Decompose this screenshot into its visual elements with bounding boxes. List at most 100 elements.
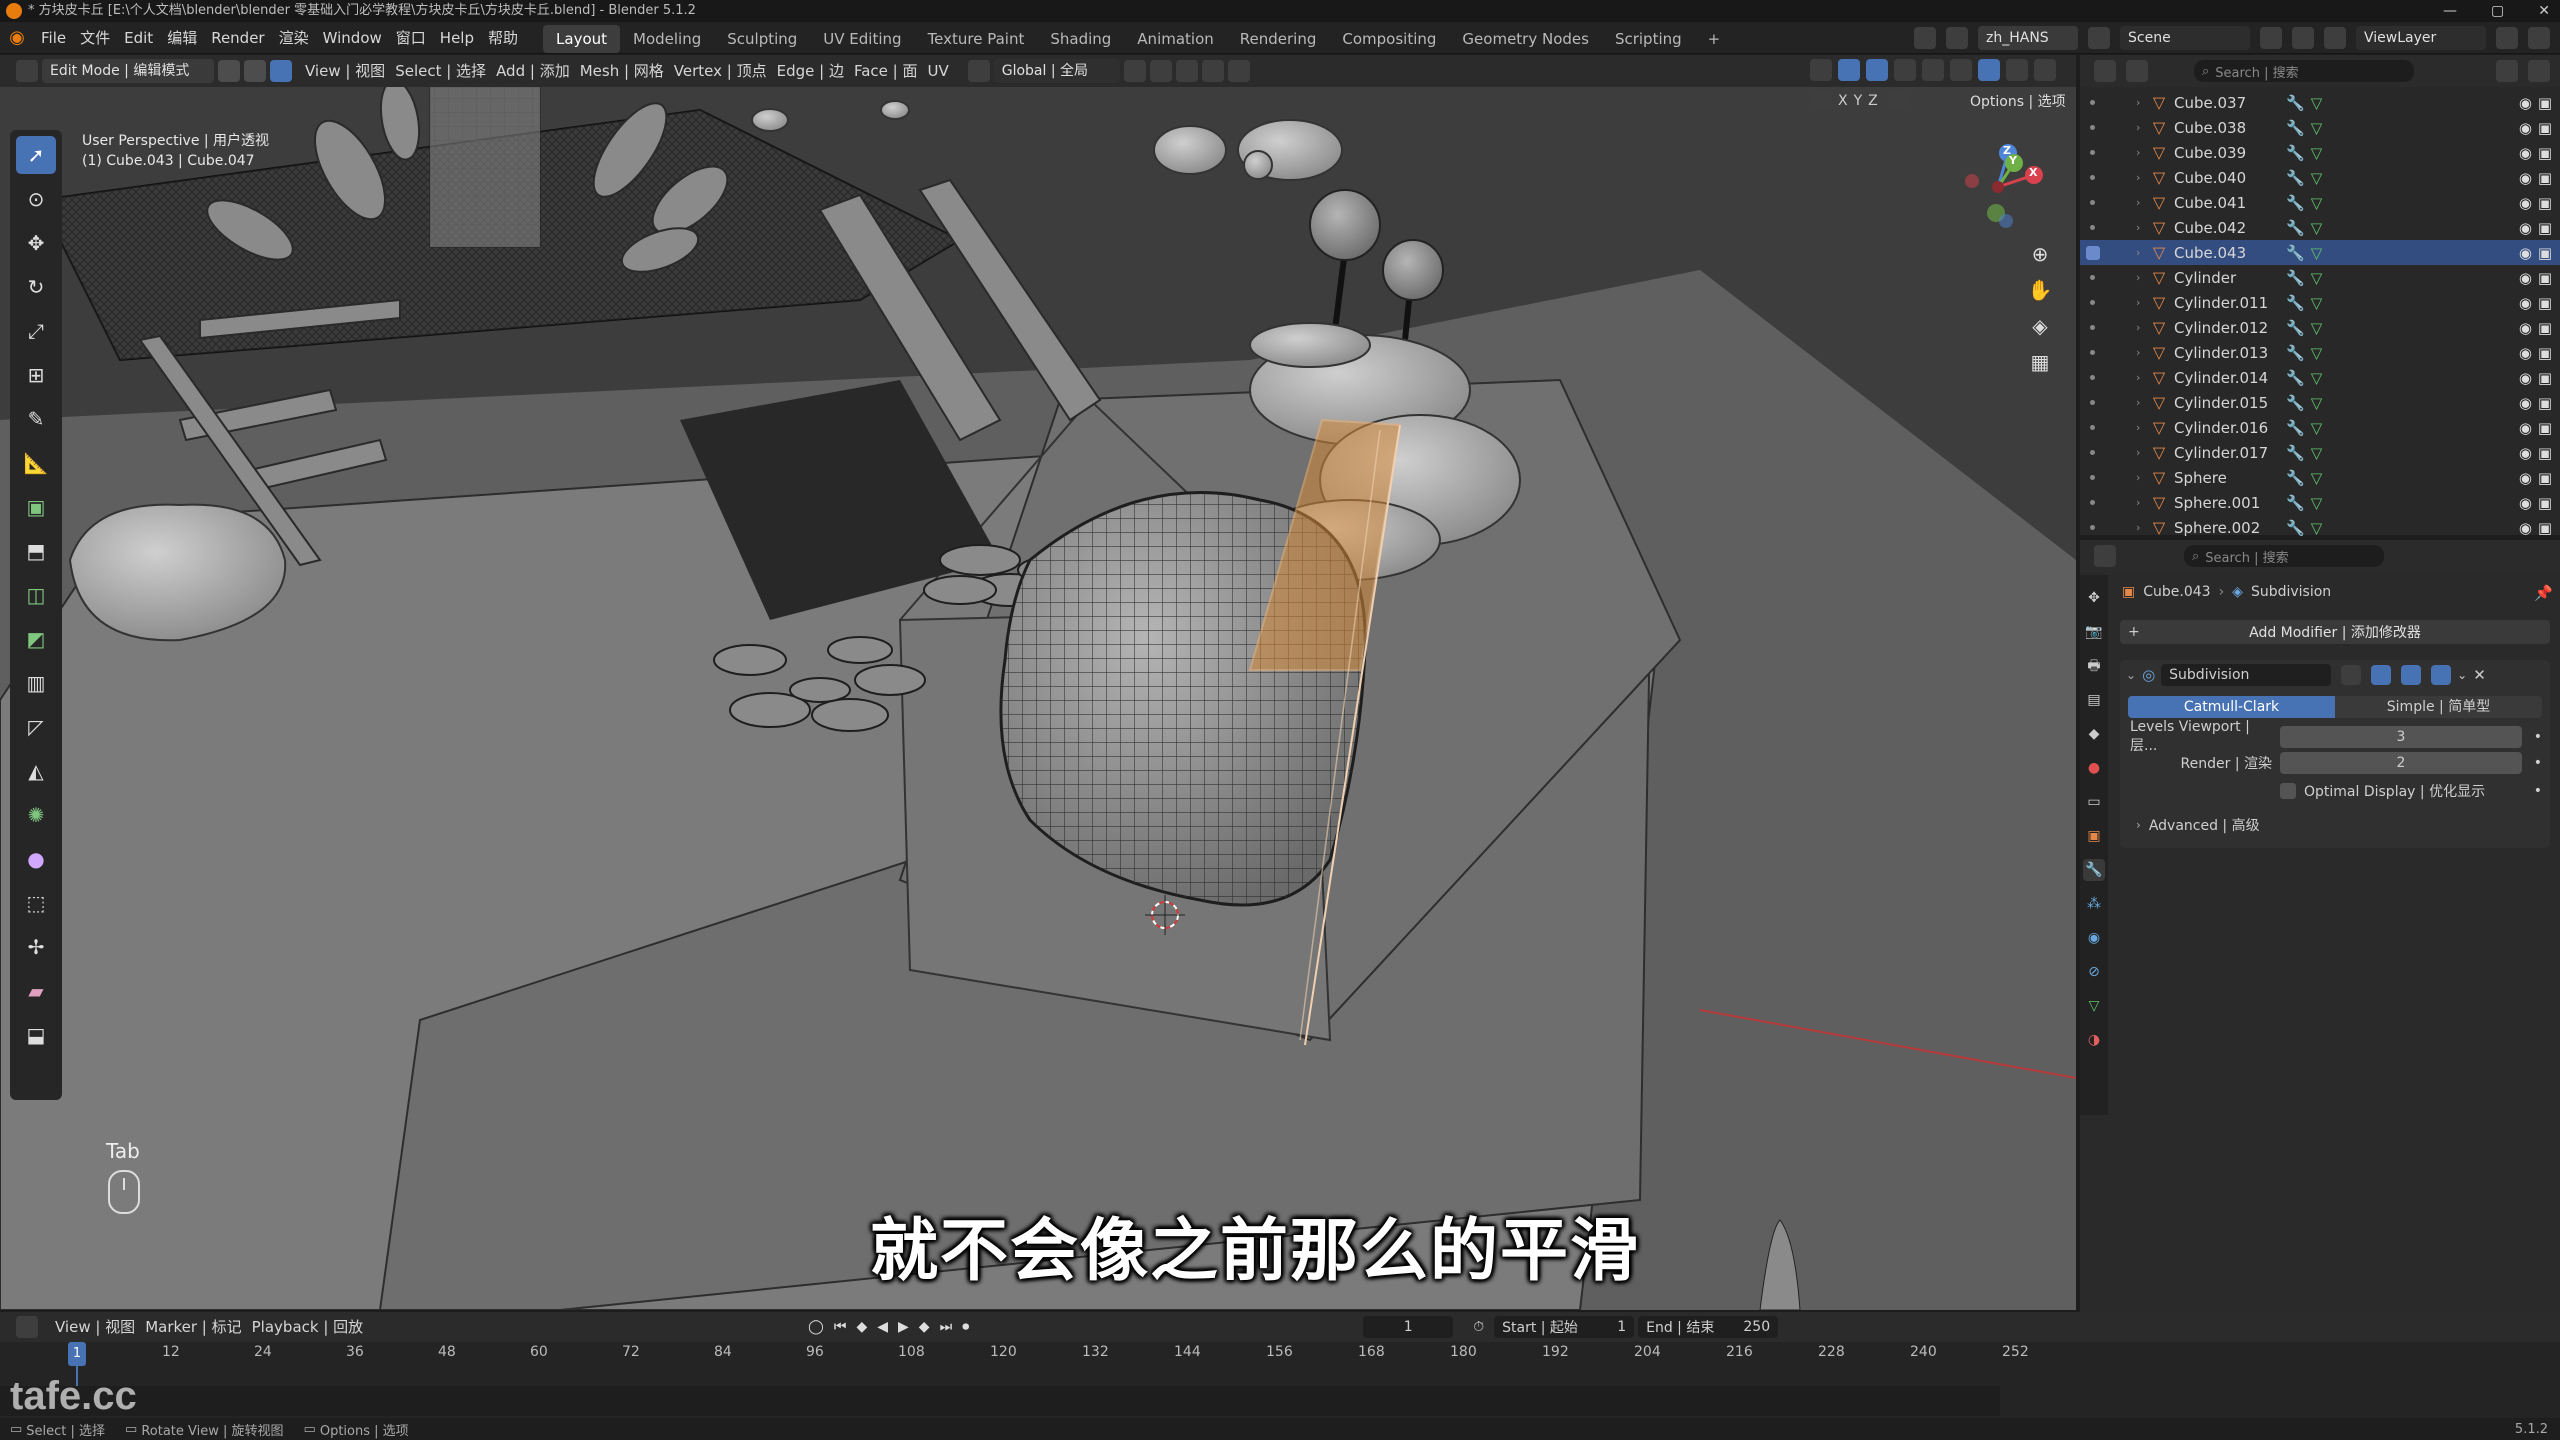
simple-option[interactable]: Simple | 简单型 — [2335, 696, 2542, 718]
modifier-wrench-icon[interactable]: 🔧 — [2286, 269, 2305, 287]
blender-menu-icon[interactable]: ◉ — [0, 27, 34, 48]
expand-chevron-icon[interactable]: › — [2136, 396, 2150, 409]
camera-icon[interactable]: ▣ — [2538, 469, 2552, 487]
xray-icon[interactable] — [1922, 59, 1944, 81]
add-modifier-button[interactable]: + Add Modifier | 添加修改器 — [2120, 620, 2550, 644]
mesh-data-icon[interactable]: ▽ — [2311, 219, 2323, 237]
mesh-data-icon[interactable]: ▽ — [2311, 94, 2323, 112]
scene-selector[interactable]: Scene — [2120, 26, 2250, 50]
axis-x-toggle[interactable]: X — [1838, 93, 1848, 109]
menu-file-cn[interactable]: 文件 — [73, 22, 117, 54]
modifier-menu-chevron-icon[interactable]: ⌄ — [2457, 668, 2467, 682]
move-tool-icon[interactable]: ✥ — [16, 224, 56, 262]
jump-start-icon[interactable]: ⏮ — [834, 1319, 847, 1335]
gizmo-toggle-icon[interactable] — [1838, 59, 1860, 81]
outliner-item[interactable]: › ▽ Cube.037 🔧 ▽ ◉ ▣ — [2080, 90, 2560, 115]
camera-icon[interactable]: ▣ — [2538, 444, 2552, 462]
mesh-data-icon[interactable]: ▽ — [2311, 169, 2323, 187]
start-frame-field[interactable]: Start | 起始 1 — [1494, 1316, 1635, 1338]
end-frame-field[interactable]: End | 结束 250 — [1638, 1316, 1779, 1338]
menu-window-cn[interactable]: 窗口 — [389, 22, 433, 54]
viewlayer-icon[interactable] — [2324, 27, 2346, 49]
modifier-wrench-icon[interactable]: 🔧 — [2286, 219, 2305, 237]
outliner-item[interactable]: › ▽ Cube.039 🔧 ▽ ◉ ▣ — [2080, 140, 2560, 165]
outliner-item[interactable]: › ▽ Cylinder.012 🔧 ▽ ◉ ▣ — [2080, 315, 2560, 340]
eye-icon[interactable]: ◉ — [2519, 419, 2532, 437]
dot-icon[interactable] — [2090, 175, 2095, 180]
vertex-select-icon[interactable] — [218, 60, 240, 82]
render-levels-field[interactable]: 2 — [2280, 752, 2522, 774]
expand-chevron-icon[interactable]: › — [2136, 221, 2150, 234]
mesh-data-icon[interactable]: ▽ — [2311, 419, 2323, 437]
dot-icon[interactable] — [2090, 450, 2095, 455]
scene-icon[interactable] — [2088, 27, 2110, 49]
preview-range-icon[interactable]: ⏱ — [1473, 1319, 1484, 1335]
expand-chevron-icon[interactable]: › — [2136, 471, 2150, 484]
animate-dot-icon[interactable]: • — [2522, 783, 2542, 799]
outliner-item[interactable]: › ▽ Cylinder.014 🔧 ▽ ◉ ▣ — [2080, 365, 2560, 390]
solid-shading-icon[interactable] — [1978, 59, 2000, 81]
tab-uv-editing[interactable]: UV Editing — [810, 25, 914, 53]
modifier-wrench-icon[interactable]: 🔧 — [2286, 169, 2305, 187]
mesh-data-icon[interactable]: ▽ — [2311, 519, 2323, 537]
header-menu-add[interactable]: Add | 添加 — [491, 55, 575, 87]
dot-icon[interactable] — [2090, 350, 2095, 355]
camera-icon[interactable]: ▣ — [2538, 144, 2552, 162]
modifier-tab-icon[interactable]: 🔧 — [2083, 859, 2105, 881]
outliner-item[interactable]: › ▽ Cube.040 🔧 ▽ ◉ ▣ — [2080, 165, 2560, 190]
new-scene-icon[interactable] — [2260, 27, 2282, 49]
camera-view-icon[interactable]: ◈ — [2025, 314, 2055, 350]
face-select-icon[interactable] — [270, 60, 292, 82]
axis-z-toggle[interactable]: Z — [1868, 93, 1878, 109]
tab-shading[interactable]: Shading — [1037, 25, 1124, 53]
header-menu-face[interactable]: Face | 面 — [849, 55, 923, 87]
menu-render[interactable]: Render — [204, 22, 271, 54]
eye-icon[interactable]: ◉ — [2519, 294, 2532, 312]
expand-chevron-icon[interactable]: › — [2136, 421, 2150, 434]
modifier-wrench-icon[interactable]: 🔧 — [2286, 344, 2305, 362]
camera-icon[interactable]: ▣ — [2538, 419, 2552, 437]
visibility-icon[interactable] — [1810, 59, 1832, 81]
expand-chevron-icon[interactable]: › — [2136, 96, 2150, 109]
mesh-data-icon[interactable]: ▽ — [2311, 344, 2323, 362]
timeline-editor-icon[interactable] — [16, 1316, 38, 1338]
new-collection-icon[interactable] — [2528, 60, 2550, 82]
catmull-clark-option[interactable]: Catmull-Clark — [2128, 696, 2335, 718]
mesh-data-icon[interactable]: ▽ — [2311, 494, 2323, 512]
outliner-item[interactable]: › ▽ Cylinder.016 🔧 ▽ ◉ ▣ — [2080, 415, 2560, 440]
dot-icon[interactable] — [2090, 150, 2095, 155]
modifier-wrench-icon[interactable]: 🔧 — [2286, 394, 2305, 412]
eye-icon[interactable]: ◉ — [2519, 169, 2532, 187]
eye-icon[interactable]: ◉ — [2519, 444, 2532, 462]
eye-icon[interactable]: ◉ — [2519, 194, 2532, 212]
expand-chevron-icon[interactable]: › — [2136, 521, 2150, 534]
dot-icon[interactable] — [2090, 475, 2095, 480]
timeline-menu-marker[interactable]: Marker | 标记 — [140, 1311, 246, 1343]
cage-toggle-icon[interactable] — [2371, 665, 2392, 685]
material-tab-icon[interactable]: ◑ — [2083, 1029, 2105, 1051]
eye-icon[interactable]: ◉ — [2519, 244, 2532, 262]
modifier-wrench-icon[interactable]: 🔧 — [2286, 419, 2305, 437]
scene-render[interactable] — [0, 87, 2076, 1310]
pivot-icon[interactable] — [1123, 60, 1146, 82]
header-menu-select[interactable]: Select | 选择 — [390, 55, 491, 87]
outliner-item[interactable]: › ▽ Cube.038 🔧 ▽ ◉ ▣ — [2080, 115, 2560, 140]
camera-icon[interactable]: ▣ — [2538, 494, 2552, 512]
outliner-item[interactable]: › ▽ Cube.041 🔧 ▽ ◉ ▣ — [2080, 190, 2560, 215]
edit-mode-icon[interactable] — [2086, 245, 2100, 260]
modifier-name-field[interactable]: Subdivision — [2161, 664, 2332, 686]
screen-icon[interactable] — [1946, 27, 1968, 49]
camera-icon[interactable]: ▣ — [2538, 369, 2552, 387]
tab-scripting[interactable]: Scripting — [1602, 25, 1695, 53]
view-layer-tab-icon[interactable]: ▤ — [2083, 689, 2105, 711]
render-tab-icon[interactable]: 📷 — [2083, 621, 2105, 643]
dot-icon[interactable] — [2090, 100, 2095, 105]
outliner-item[interactable]: › ▽ Cylinder 🔧 ▽ ◉ ▣ — [2080, 265, 2560, 290]
zoom-icon[interactable]: ⊕ — [2025, 242, 2055, 278]
inset-tool-icon[interactable]: ◫ — [16, 576, 56, 614]
camera-icon[interactable]: ▣ — [2538, 269, 2552, 287]
expand-chevron-icon[interactable]: › — [2136, 346, 2150, 359]
camera-icon[interactable]: ▣ — [2538, 319, 2552, 337]
camera-icon[interactable]: ▣ — [2538, 169, 2552, 187]
rip-tool-icon[interactable]: ⬓ — [16, 1016, 56, 1054]
